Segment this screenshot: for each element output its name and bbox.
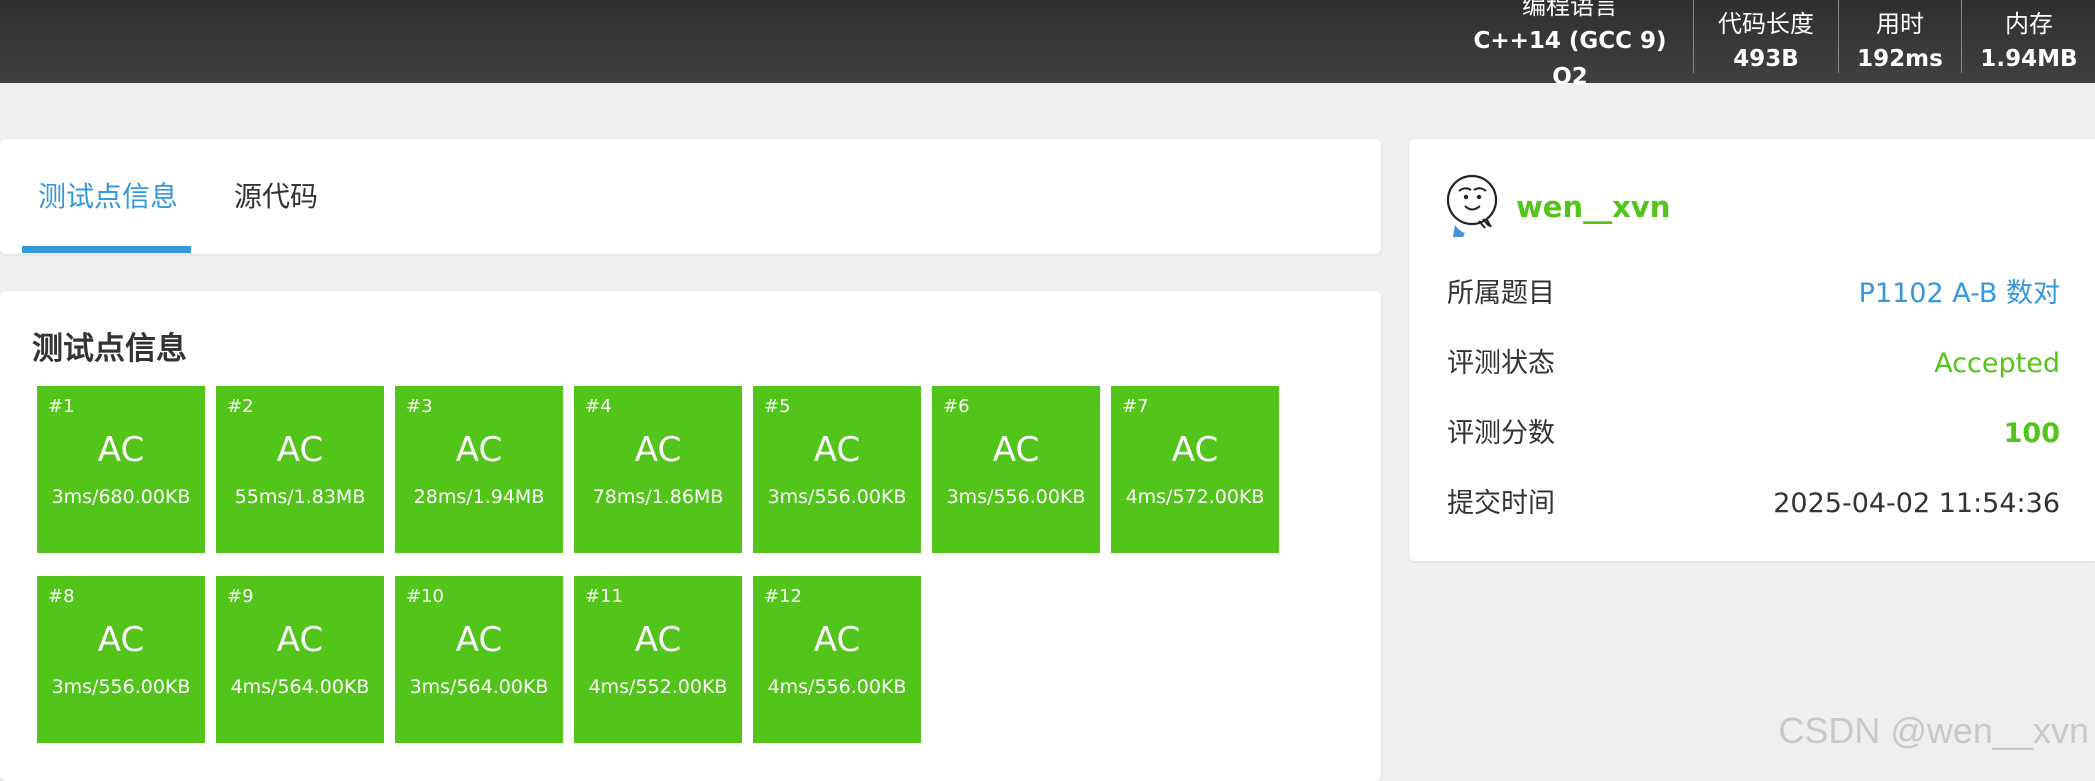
stat-divider bbox=[1693, 0, 1694, 73]
test-case-11[interactable]: #11 AC 4ms/552.00KB bbox=[574, 576, 742, 743]
submit-time-value: 2025-04-02 11:54:36 bbox=[1773, 488, 2060, 519]
test-case-number: #5 bbox=[764, 396, 791, 417]
test-case-status: AC bbox=[97, 430, 145, 470]
stat-memory-value: 1.94MB bbox=[1980, 45, 2078, 72]
test-case-9[interactable]: #9 AC 4ms/564.00KB bbox=[216, 576, 384, 743]
stat-language-value: C++14 (GCC 9) O2 bbox=[1473, 27, 1667, 90]
test-case-info: 3ms/556.00KB bbox=[51, 676, 191, 698]
test-case-info: 4ms/564.00KB bbox=[230, 676, 370, 698]
test-case-info: 3ms/556.00KB bbox=[946, 486, 1086, 508]
stat-time-value: 192ms bbox=[1857, 45, 1943, 72]
test-case-3[interactable]: #3 AC 28ms/1.94MB bbox=[395, 386, 563, 553]
test-case-info: 3ms/680.00KB bbox=[51, 486, 191, 508]
active-tab-indicator bbox=[22, 246, 191, 253]
test-case-number: #1 bbox=[48, 396, 75, 417]
test-case-status: AC bbox=[992, 430, 1040, 470]
test-case-7[interactable]: #7 AC 4ms/572.00KB bbox=[1111, 386, 1279, 553]
status-label: 评测状态 bbox=[1447, 348, 1555, 379]
username-link[interactable]: wen__xvn bbox=[1516, 187, 1670, 227]
stat-code-length-label: 代码长度 bbox=[1718, 9, 1814, 38]
stat-language-label: 编程语言 bbox=[1522, 0, 1618, 20]
test-case-status: AC bbox=[1171, 430, 1219, 470]
stat-code-length-value: 493B bbox=[1733, 45, 1799, 72]
test-case-status: AC bbox=[97, 620, 145, 660]
test-case-number: #6 bbox=[943, 396, 970, 417]
test-case-number: #9 bbox=[227, 586, 254, 607]
test-case-info: 55ms/1.83MB bbox=[234, 486, 366, 508]
test-case-info: 4ms/552.00KB bbox=[588, 676, 728, 698]
problem-link[interactable]: P1102 A-B 数对 bbox=[1859, 274, 2060, 314]
tab-test-cases[interactable]: 测试点信息 bbox=[38, 177, 178, 217]
stat-time-label: 用时 bbox=[1876, 9, 1924, 38]
test-case-5[interactable]: #5 AC 3ms/556.00KB bbox=[753, 386, 921, 553]
problem-label: 所属题目 bbox=[1447, 278, 1555, 309]
test-case-number: #10 bbox=[406, 586, 444, 607]
test-case-number: #12 bbox=[764, 586, 802, 607]
tab-source-code[interactable]: 源代码 bbox=[234, 177, 318, 217]
test-case-number: #7 bbox=[1122, 396, 1149, 417]
test-case-number: #11 bbox=[585, 586, 623, 607]
test-case-number: #2 bbox=[227, 396, 254, 417]
test-case-status: AC bbox=[455, 620, 503, 660]
test-case-2[interactable]: #2 AC 55ms/1.83MB bbox=[216, 386, 384, 553]
stat-divider bbox=[1961, 0, 1962, 73]
test-case-10[interactable]: #10 AC 3ms/564.00KB bbox=[395, 576, 563, 743]
test-case-status: AC bbox=[634, 620, 682, 660]
test-case-status: AC bbox=[634, 430, 682, 470]
test-case-info: 78ms/1.86MB bbox=[592, 486, 724, 508]
stat-code-length: 代码长度 493B bbox=[1700, 0, 1832, 83]
test-case-info: 3ms/564.00KB bbox=[409, 676, 549, 698]
score-value: 100 bbox=[2003, 418, 2060, 449]
test-case-number: #8 bbox=[48, 586, 75, 607]
test-case-status: AC bbox=[276, 430, 324, 470]
test-case-4[interactable]: #4 AC 78ms/1.86MB bbox=[574, 386, 742, 553]
test-case-number: #4 bbox=[585, 396, 612, 417]
watermark: CSDN @wen__xvn bbox=[1778, 710, 2089, 751]
score-label: 评测分数 bbox=[1447, 418, 1555, 449]
test-case-status: AC bbox=[813, 430, 861, 470]
status-value: Accepted bbox=[1934, 348, 2060, 379]
test-case-1[interactable]: #1 AC 3ms/680.00KB bbox=[37, 386, 205, 553]
stat-memory: 内存 1.94MB bbox=[1968, 0, 2090, 83]
user-avatar-icon[interactable] bbox=[1445, 173, 1503, 237]
test-case-status: AC bbox=[455, 430, 503, 470]
test-case-status: AC bbox=[276, 620, 324, 660]
section-title: 测试点信息 bbox=[32, 331, 187, 367]
stat-memory-label: 内存 bbox=[2005, 9, 2053, 38]
submit-time-label: 提交时间 bbox=[1447, 488, 1555, 519]
stat-language: 编程语言 C++14 (GCC 9) O2 bbox=[1455, 0, 1685, 90]
test-case-12[interactable]: #12 AC 4ms/556.00KB bbox=[753, 576, 921, 743]
test-case-status: AC bbox=[813, 620, 861, 660]
test-case-info: 3ms/556.00KB bbox=[767, 486, 907, 508]
tabs-card: 测试点信息 源代码 bbox=[0, 139, 1381, 254]
test-case-6[interactable]: #6 AC 3ms/556.00KB bbox=[932, 386, 1100, 553]
test-case-number: #3 bbox=[406, 396, 433, 417]
top-bar: 编程语言 C++14 (GCC 9) O2 代码长度 493B 用时 192ms… bbox=[0, 0, 2095, 90]
test-case-info: 28ms/1.94MB bbox=[413, 486, 545, 508]
test-case-8[interactable]: #8 AC 3ms/556.00KB bbox=[37, 576, 205, 743]
stat-time: 用时 192ms bbox=[1845, 0, 1955, 83]
test-case-info: 4ms/556.00KB bbox=[767, 676, 907, 698]
test-case-info: 4ms/572.00KB bbox=[1125, 486, 1265, 508]
submission-info-card: wen__xvn 所属题目 P1102 A-B 数对 评测状态 Accepted… bbox=[1409, 139, 2095, 561]
stat-divider bbox=[1838, 0, 1839, 73]
test-cases-card: 测试点信息 #1 AC 3ms/680.00KB #2 AC 55ms/1.83… bbox=[0, 291, 1381, 781]
